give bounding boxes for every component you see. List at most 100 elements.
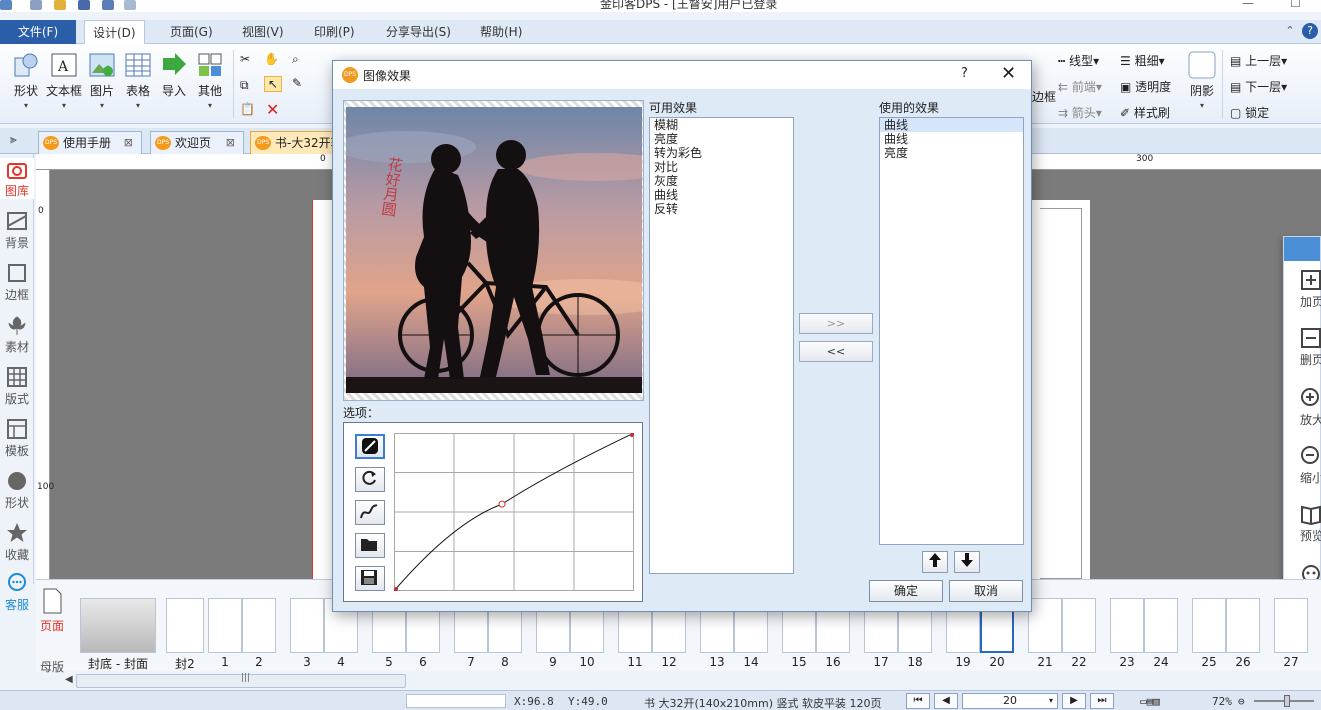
dialog-close-icon[interactable]: ✕ xyxy=(1001,63,1016,84)
sidebar-item-material[interactable]: 素材 xyxy=(0,314,34,355)
available-effect-item[interactable]: 转为彩色 xyxy=(650,146,793,160)
zoom-out-small-icon[interactable]: ⊖ xyxy=(1238,695,1245,708)
zoom-in-button[interactable]: 放大 xyxy=(1300,387,1321,428)
page-number-select[interactable]: 20 ▾ xyxy=(962,693,1058,709)
transparency-button[interactable]: ▣ 透明度 xyxy=(1120,78,1171,95)
sidebar-item-background[interactable]: 背景 xyxy=(0,210,34,251)
used-effect-item[interactable]: 亮度 xyxy=(880,146,1023,160)
cut-icon[interactable]: ✂ xyxy=(240,52,250,66)
new-file-icon[interactable] xyxy=(30,0,42,10)
page-thumbnail[interactable] xyxy=(1192,598,1226,653)
curve-control-point[interactable] xyxy=(394,586,399,591)
tab-pages[interactable]: 页面 xyxy=(38,588,66,634)
zoom-out-button[interactable]: 缩小 xyxy=(1300,445,1321,486)
hand-icon[interactable]: ✋ xyxy=(264,52,279,66)
page-thumbnail[interactable] xyxy=(1062,598,1096,653)
style-brush-button[interactable]: ✐ 样式刷 xyxy=(1120,104,1170,121)
zoom-tool-icon[interactable]: ⌕ xyxy=(292,52,299,67)
save-icon[interactable] xyxy=(78,0,90,10)
preview-button[interactable]: 预览 xyxy=(1300,503,1321,544)
sidebar-item-border[interactable]: 边框 xyxy=(0,262,34,303)
sidebar-item-favorites[interactable]: 收藏 xyxy=(0,522,34,563)
view-mode-icon[interactable]: ▭▤▥ xyxy=(1140,695,1160,708)
available-effects-list[interactable]: 模糊 亮度 转为彩色 对比 灰度 曲线 反转 xyxy=(649,117,794,574)
frame-label[interactable]: 边框 xyxy=(1032,88,1056,105)
open-curve-button[interactable] xyxy=(355,533,385,558)
redo-icon[interactable] xyxy=(124,0,136,10)
tab-user-manual[interactable]: DPS 使用手册 ⊠ xyxy=(38,131,142,154)
page-thumbnail[interactable] xyxy=(1144,598,1178,653)
available-effect-item[interactable]: 模糊 xyxy=(650,118,793,132)
curve-point-mode-button[interactable] xyxy=(355,434,385,459)
available-effect-item[interactable]: 反转 xyxy=(650,202,793,216)
save-curve-button[interactable] xyxy=(355,566,385,591)
dialog-help-icon[interactable]: ? xyxy=(961,66,968,81)
open-file-icon[interactable] xyxy=(54,0,66,10)
first-page-icon[interactable]: ⏮ xyxy=(906,693,930,709)
page-thumbnail[interactable] xyxy=(208,598,242,653)
scroll-grip-icon[interactable]: ||| xyxy=(241,673,250,683)
shadow-button[interactable]: 阴影 ▾ xyxy=(1180,50,1224,110)
tab-book-32k[interactable]: DPS 书-大32开软 xyxy=(250,131,334,154)
menu-share-export[interactable]: 分享导出(S) xyxy=(378,20,459,44)
add-effect-button[interactable]: >> xyxy=(799,313,873,334)
sidebar-item-layout[interactable]: 版式 xyxy=(0,366,34,407)
used-effects-list[interactable]: 曲线 曲线 亮度 xyxy=(879,117,1024,545)
tab-master[interactable]: 母版 xyxy=(38,642,66,674)
add-page-button[interactable]: 加页 xyxy=(1300,269,1321,310)
curve-control-point[interactable] xyxy=(629,433,634,438)
close-tab-icon[interactable]: ⊠ xyxy=(226,132,235,154)
available-effect-item[interactable]: 曲线 xyxy=(650,188,793,202)
scroll-left-icon[interactable]: ◀ xyxy=(65,674,73,685)
tab-welcome[interactable]: DPS 欢迎页 ⊠ xyxy=(150,131,244,154)
menu-page[interactable]: 页面(G) xyxy=(162,20,221,44)
menu-file[interactable]: 文件(F) xyxy=(0,20,76,44)
thumbnail-scrollbar[interactable]: ◀ ||| xyxy=(65,673,406,688)
select-pointer-icon[interactable]: ↖ xyxy=(264,76,283,92)
zoom-slider-handle[interactable] xyxy=(1284,695,1290,707)
maximize-icon[interactable]: ☐ xyxy=(1290,0,1301,10)
remove-effect-button[interactable]: << xyxy=(799,341,873,362)
other-button[interactable]: 其他 ▾ xyxy=(188,50,232,110)
prev-page-icon[interactable]: ◀ xyxy=(934,693,958,709)
sidebar-item-template[interactable]: 模板 xyxy=(0,418,34,459)
move-down-button[interactable] xyxy=(954,551,980,573)
collapse-ribbon-icon[interactable]: ⌃ xyxy=(1282,23,1298,39)
page-thumbnail[interactable] xyxy=(1274,598,1308,653)
paste-icon[interactable]: 📋 xyxy=(240,102,255,116)
curve-graph[interactable] xyxy=(394,433,634,591)
last-page-icon[interactable]: ⏭ xyxy=(1090,693,1114,709)
arrow-button[interactable]: ⇉ 箭头▾ xyxy=(1058,104,1102,121)
thickness-button[interactable]: ☰ 粗细▾ xyxy=(1120,52,1165,69)
layer-up-button[interactable]: ▤ 上一层▾ xyxy=(1230,52,1287,69)
cancel-button[interactable]: 取消 xyxy=(949,580,1023,602)
copy-icon[interactable]: ⧉ xyxy=(240,78,249,93)
menu-help[interactable]: 帮助(H) xyxy=(472,20,530,44)
smooth-curve-button[interactable] xyxy=(355,500,385,525)
close-tab-icon[interactable]: ⊠ xyxy=(124,132,133,154)
page-thumbnail[interactable] xyxy=(242,598,276,653)
menu-design[interactable]: 设计(D) xyxy=(84,20,145,45)
reset-curve-button[interactable] xyxy=(355,467,385,492)
used-effect-item[interactable]: 曲线 xyxy=(880,132,1023,146)
line-type-button[interactable]: ┅ 线型▾ xyxy=(1058,52,1099,69)
available-effect-item[interactable]: 灰度 xyxy=(650,174,793,188)
menu-print[interactable]: 印刷(P) xyxy=(306,20,363,44)
help-icon[interactable]: ? xyxy=(1302,23,1318,39)
eyedropper-icon[interactable]: ✎ xyxy=(292,76,302,90)
page-thumbnail[interactable] xyxy=(290,598,324,653)
page-thumbnail[interactable] xyxy=(1110,598,1144,653)
layer-down-button[interactable]: ▤ 下一层▾ xyxy=(1230,78,1287,95)
sidebar-item-customer-service[interactable]: 客服 xyxy=(0,572,34,613)
available-effect-item[interactable]: 亮度 xyxy=(650,132,793,146)
move-up-button[interactable] xyxy=(922,551,948,573)
delete-page-button[interactable]: 删页 xyxy=(1300,327,1321,368)
lock-button[interactable]: ▢ 锁定 xyxy=(1230,104,1269,121)
expand-panel-icon[interactable]: ⫸ xyxy=(10,132,17,147)
page-thumbnail[interactable] xyxy=(166,598,204,653)
minimize-icon[interactable]: — xyxy=(1242,0,1254,10)
available-effect-item[interactable]: 对比 xyxy=(650,160,793,174)
undo-icon[interactable] xyxy=(102,0,114,10)
page-thumbnail[interactable] xyxy=(1226,598,1260,653)
menu-view[interactable]: 视图(V) xyxy=(234,20,292,44)
